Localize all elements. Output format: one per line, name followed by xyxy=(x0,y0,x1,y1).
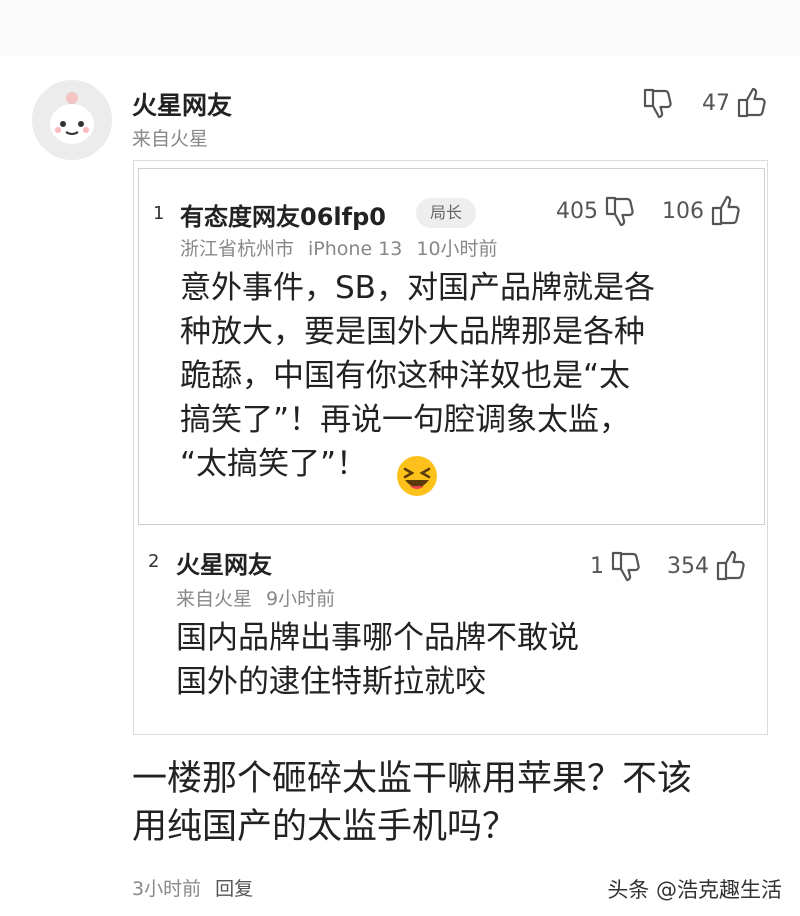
comment-source: 来自火星 xyxy=(132,128,209,150)
reply-text: 意外事件，SB，对国产品牌就是各 种放大，要是国外大品牌那是各种 跪舔，中国有你… xyxy=(180,266,655,486)
reply-time: 10小时前 xyxy=(416,238,498,260)
reply-device: iPhone 13 xyxy=(308,238,403,260)
thumbs-down-icon xyxy=(602,194,636,228)
avatar[interactable] xyxy=(32,80,112,160)
reply-like-count: 106 xyxy=(662,198,704,224)
comment-time: 3小时前 xyxy=(132,878,202,900)
reply-source: 来自火星 xyxy=(176,588,253,610)
comment-like-count: 47 xyxy=(702,90,730,116)
reply-button[interactable]: 回复 xyxy=(215,878,253,900)
reply-text: 国内品牌出事哪个品牌不敢说 国外的逮住特斯拉就咬 xyxy=(176,616,579,704)
reply-text-line: 种放大，要是国外大品牌那是各种 xyxy=(180,314,645,350)
reply-location: 浙江省杭州市 xyxy=(180,238,295,260)
reply-author[interactable]: 有态度网友06lfp0 xyxy=(180,197,386,232)
comment-footer: 3小时前 回复 xyxy=(132,874,267,901)
top-strip xyxy=(0,0,800,56)
comment-dislike-button[interactable] xyxy=(640,86,674,120)
comment-text-line: 用纯国产的太监手机吗？ xyxy=(132,807,518,847)
comment-author[interactable]: 火星网友 xyxy=(132,86,232,122)
rank-badge: 局长 xyxy=(416,198,476,228)
reply-dislike-count: 1 xyxy=(590,553,604,579)
thumbs-down-icon xyxy=(640,86,674,120)
reply-dislike-count: 405 xyxy=(556,198,598,224)
comment-like-button[interactable]: 47 xyxy=(702,86,768,120)
reply-text-line: 意外事件，SB，对国产品牌就是各 xyxy=(180,270,655,306)
reply-meta: 来自火星 9小时前 xyxy=(176,584,349,611)
thumbs-down-icon xyxy=(608,549,642,583)
comment-text-line: 一楼那个砸碎太监干嘛用苹果？不该 xyxy=(132,759,693,799)
comment-text: 一楼那个砸碎太监干嘛用苹果？不该 用纯国产的太监手机吗？ xyxy=(132,755,692,851)
thumbs-up-icon xyxy=(734,86,768,120)
reply-dislike-button[interactable]: 405 xyxy=(556,194,636,228)
avatar-face-icon xyxy=(32,80,112,160)
reply-like-button[interactable]: 106 xyxy=(662,194,742,228)
reply-time: 9小时前 xyxy=(266,588,336,610)
reply-dislike-button[interactable]: 1 xyxy=(590,549,642,583)
reply-text-line: 搞笑了”！再说一句腔调象太监， xyxy=(180,402,631,438)
reply-like-button[interactable]: 354 xyxy=(667,549,747,583)
laughing-face-emoji xyxy=(397,456,437,496)
reply-text-line: 跪舔，中国有你这种洋奴也是“太 xyxy=(180,358,631,394)
reply-like-count: 354 xyxy=(667,553,709,579)
reply-index: 2 xyxy=(148,551,160,572)
reply-author[interactable]: 火星网友 xyxy=(176,545,272,580)
thumbs-up-icon xyxy=(713,549,747,583)
reply-index: 1 xyxy=(153,203,165,224)
reply-meta: 浙江省杭州市 iPhone 13 10小时前 xyxy=(180,234,512,261)
thumbs-up-icon xyxy=(708,194,742,228)
watermark: 头条 @浩克趣生活 xyxy=(607,878,782,902)
reply-text-line: 国内品牌出事哪个品牌不敢说 xyxy=(176,620,579,656)
reply-text-line: 国外的逮住特斯拉就咬 xyxy=(176,664,486,700)
